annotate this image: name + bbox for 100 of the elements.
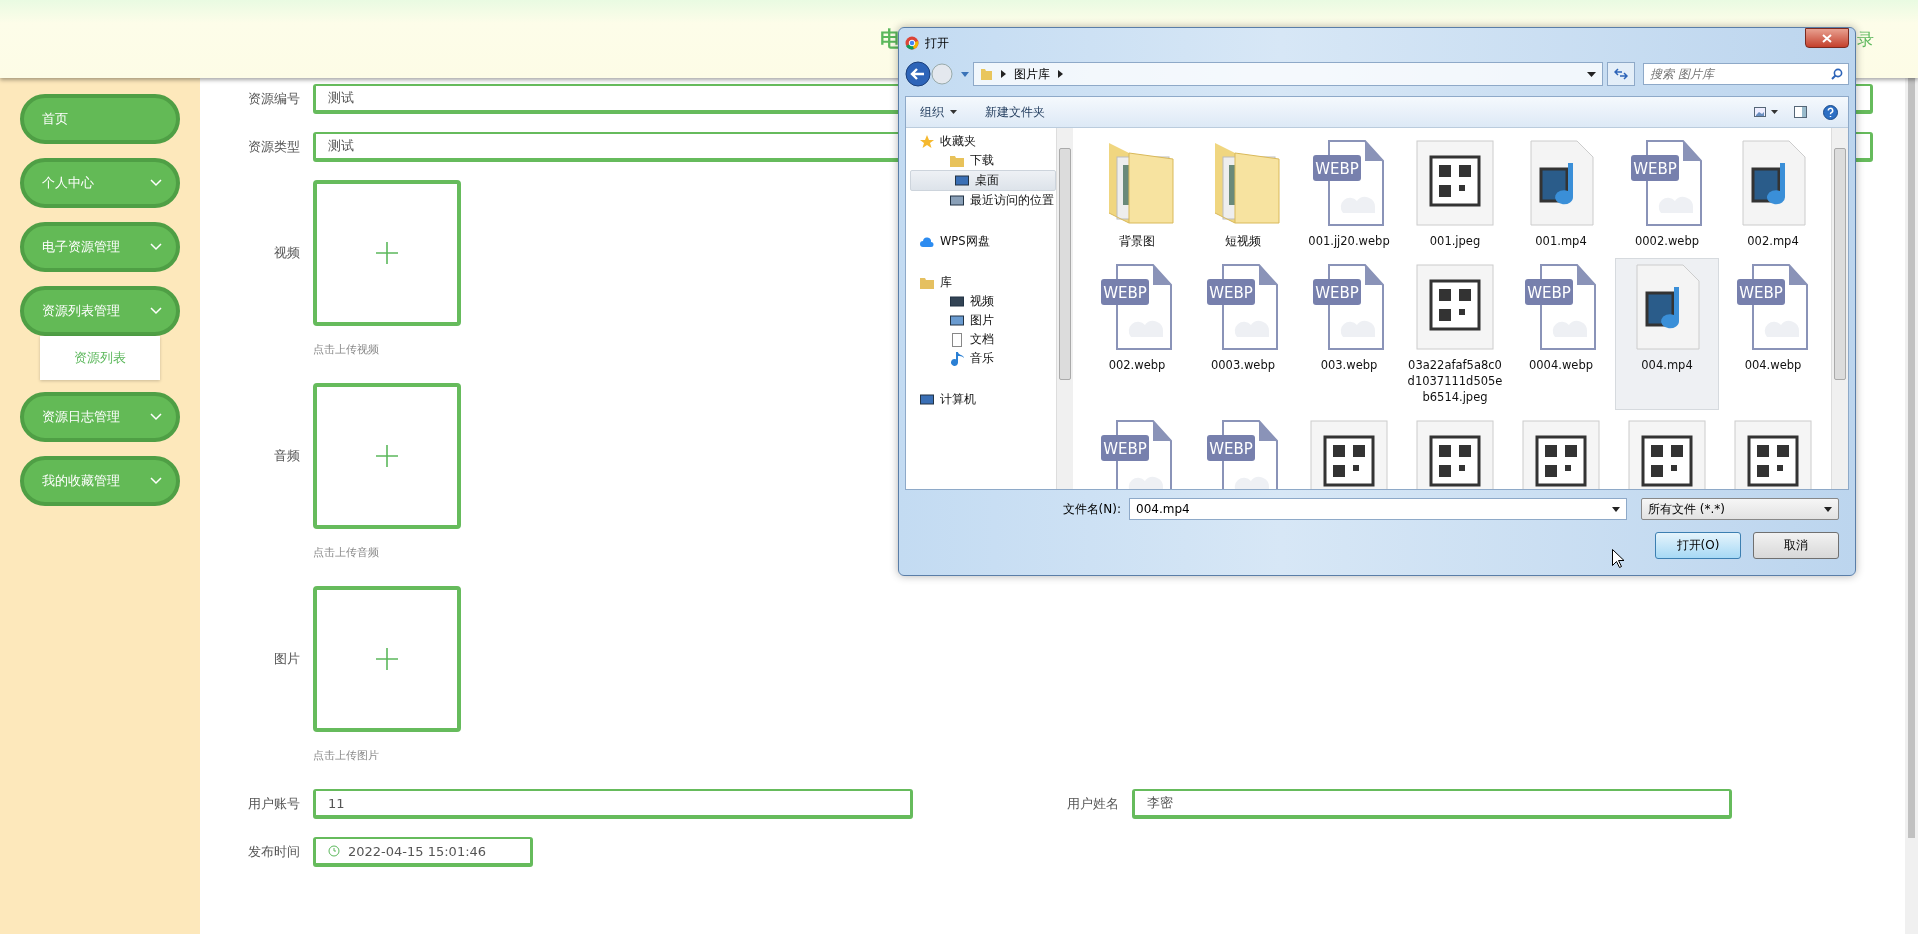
file-name: 001.jj20.webp <box>1307 233 1391 249</box>
file-name: 0003.webp <box>1210 357 1276 373</box>
file-item[interactable]: 001.jpeg <box>1403 134 1507 254</box>
caret-icon <box>950 110 957 114</box>
file-item[interactable]: WEBP 001.jj20.webp <box>1297 134 1401 254</box>
file-item[interactable]: WEBP 003.webp <box>1297 258 1401 410</box>
nav-item[interactable]: 下载 <box>906 151 1056 170</box>
search-icon <box>1831 68 1843 80</box>
file-item[interactable]: 03a22afaf5a8c0d1037111d505eb6514.jpeg <box>1403 258 1507 410</box>
field-label: 图片 <box>273 650 300 668</box>
video-file-icon <box>1527 139 1595 227</box>
field-label: 视频 <box>273 244 300 262</box>
toolbar-button[interactable]: 新建文件夹 <box>985 103 1045 121</box>
field-label: 音频 <box>273 447 300 465</box>
datetime-input[interactable]: 2022-04-15 15:01:46 <box>313 837 533 867</box>
plus-icon <box>376 445 398 467</box>
nav-item-icon <box>920 392 934 407</box>
text-input[interactable]: 李密 <box>1132 789 1732 819</box>
nav-item-icon <box>950 153 964 168</box>
file-name: 001.mp4 <box>1534 233 1588 249</box>
close-icon <box>1822 33 1832 43</box>
file-name: 004.webp <box>1743 357 1803 373</box>
nav-item-icon <box>950 351 964 366</box>
dialog-button[interactable]: 取消 <box>1753 532 1839 559</box>
nav-item-icon <box>950 332 964 347</box>
arrow-right-icon <box>1001 70 1006 78</box>
field-label: 资源类型 <box>247 138 300 156</box>
file-item[interactable]: WEBP 0002.webp <box>1615 134 1719 254</box>
nav-item-icon <box>920 134 934 149</box>
file-name: 背景图 <box>1118 233 1156 249</box>
dropdown-icon <box>1612 506 1620 512</box>
file-name: 0004.webp <box>1528 357 1594 373</box>
field-label: 资源编号 <box>247 90 300 108</box>
toolbar-button[interactable]: 组织 <box>920 103 957 121</box>
file-item[interactable]: 背景图 <box>1085 134 1189 254</box>
nav-item[interactable]: 库 <box>906 273 1056 292</box>
nav-item[interactable]: 音乐 <box>906 349 1056 368</box>
file-name: 002.mp4 <box>1746 233 1800 249</box>
cursor-icon <box>1612 549 1624 568</box>
upload-hint: 点击上传视频 <box>313 342 380 357</box>
file-name: 003.webp <box>1319 357 1379 373</box>
file-item[interactable]: 短视频 <box>1191 134 1295 254</box>
clock-icon <box>328 845 340 857</box>
nav-item-icon <box>950 313 964 328</box>
file-item[interactable]: 001.mp4 <box>1509 134 1613 254</box>
refresh-button[interactable] <box>1607 62 1635 86</box>
nav-item[interactable]: 图片 <box>906 311 1056 330</box>
file-item[interactable]: 004.mp4 <box>1615 258 1719 410</box>
filename-field[interactable]: 004.mp4 <box>1129 498 1627 520</box>
nav-item[interactable]: 计算机 <box>906 390 1056 409</box>
file-item[interactable]: WEBP 0003.webp <box>1191 258 1295 410</box>
search-field[interactable]: 搜索 图片库 <box>1643 63 1849 85</box>
file-item[interactable]: WEBP 004.webp <box>1721 258 1825 410</box>
view-icon[interactable] <box>1754 106 1778 118</box>
nav-item-icon <box>950 193 964 208</box>
upload-hint: 点击上传音频 <box>313 545 380 560</box>
nav-item[interactable]: WPS网盘 <box>906 232 1056 251</box>
datetime-value: 2022-04-15 15:01:46 <box>348 843 487 859</box>
chevron-down-icon <box>150 413 162 421</box>
nav-item[interactable]: 视频 <box>906 292 1056 311</box>
video-file-icon <box>1633 263 1701 351</box>
nav-item[interactable]: 收藏夹 <box>906 132 1056 151</box>
text-input[interactable]: 11 <box>313 789 913 819</box>
nav-item-icon <box>950 294 964 309</box>
nav-item-icon <box>920 275 934 290</box>
app-logo-icon <box>905 36 919 50</box>
nav-scrollbar[interactable] <box>1056 128 1073 489</box>
preview-pane-icon[interactable] <box>1794 106 1807 118</box>
nav-item[interactable]: 桌面 <box>910 170 1056 191</box>
field-label: 发布时间 <box>247 843 300 861</box>
dialog-button[interactable]: 打开(O) <box>1655 532 1741 559</box>
file-item[interactable]: WEBP <box>1191 414 1295 489</box>
filetype-dropdown[interactable]: 所有文件 (*.*) <box>1641 498 1839 520</box>
nav-item-icon <box>955 173 969 188</box>
nav-item-icon <box>920 234 934 249</box>
help-icon[interactable] <box>1823 104 1838 120</box>
file-item[interactable]: WEBP 002.webp <box>1085 258 1189 410</box>
dropdown-icon[interactable] <box>1587 71 1596 77</box>
file-scrollbar[interactable] <box>1831 128 1848 489</box>
close-button[interactable] <box>1805 28 1849 48</box>
field-label: 用户账号 <box>247 795 300 813</box>
chevron-down-icon <box>150 307 162 315</box>
breadcrumb-item[interactable]: 图片库 <box>1014 65 1050 83</box>
chevron-down-icon <box>150 179 162 187</box>
filename-label: 文件名(N): <box>1062 500 1121 518</box>
address-bar[interactable]: 图片库 <box>973 62 1603 86</box>
file-item[interactable]: 002.mp4 <box>1721 134 1825 254</box>
page-scrollbar[interactable] <box>1905 78 1918 934</box>
nav-item[interactable]: 最近访问的位置 <box>906 191 1056 210</box>
nav-item[interactable]: 文档 <box>906 330 1056 349</box>
video-file-icon <box>1739 139 1807 227</box>
file-item[interactable]: WEBP 0004.webp <box>1509 258 1613 410</box>
refresh-icon <box>1614 68 1628 80</box>
file-name: 03a22afaf5a8c0d1037111d505eb6514.jpeg <box>1406 357 1504 405</box>
plus-icon <box>376 648 398 670</box>
dialog-title: 打开 <box>925 34 949 52</box>
chevron-down-icon <box>150 477 162 485</box>
file-name: 002.webp <box>1107 357 1167 373</box>
upload-hint: 点击上传图片 <box>313 748 380 763</box>
file-item[interactable]: WEBP <box>1085 414 1189 489</box>
